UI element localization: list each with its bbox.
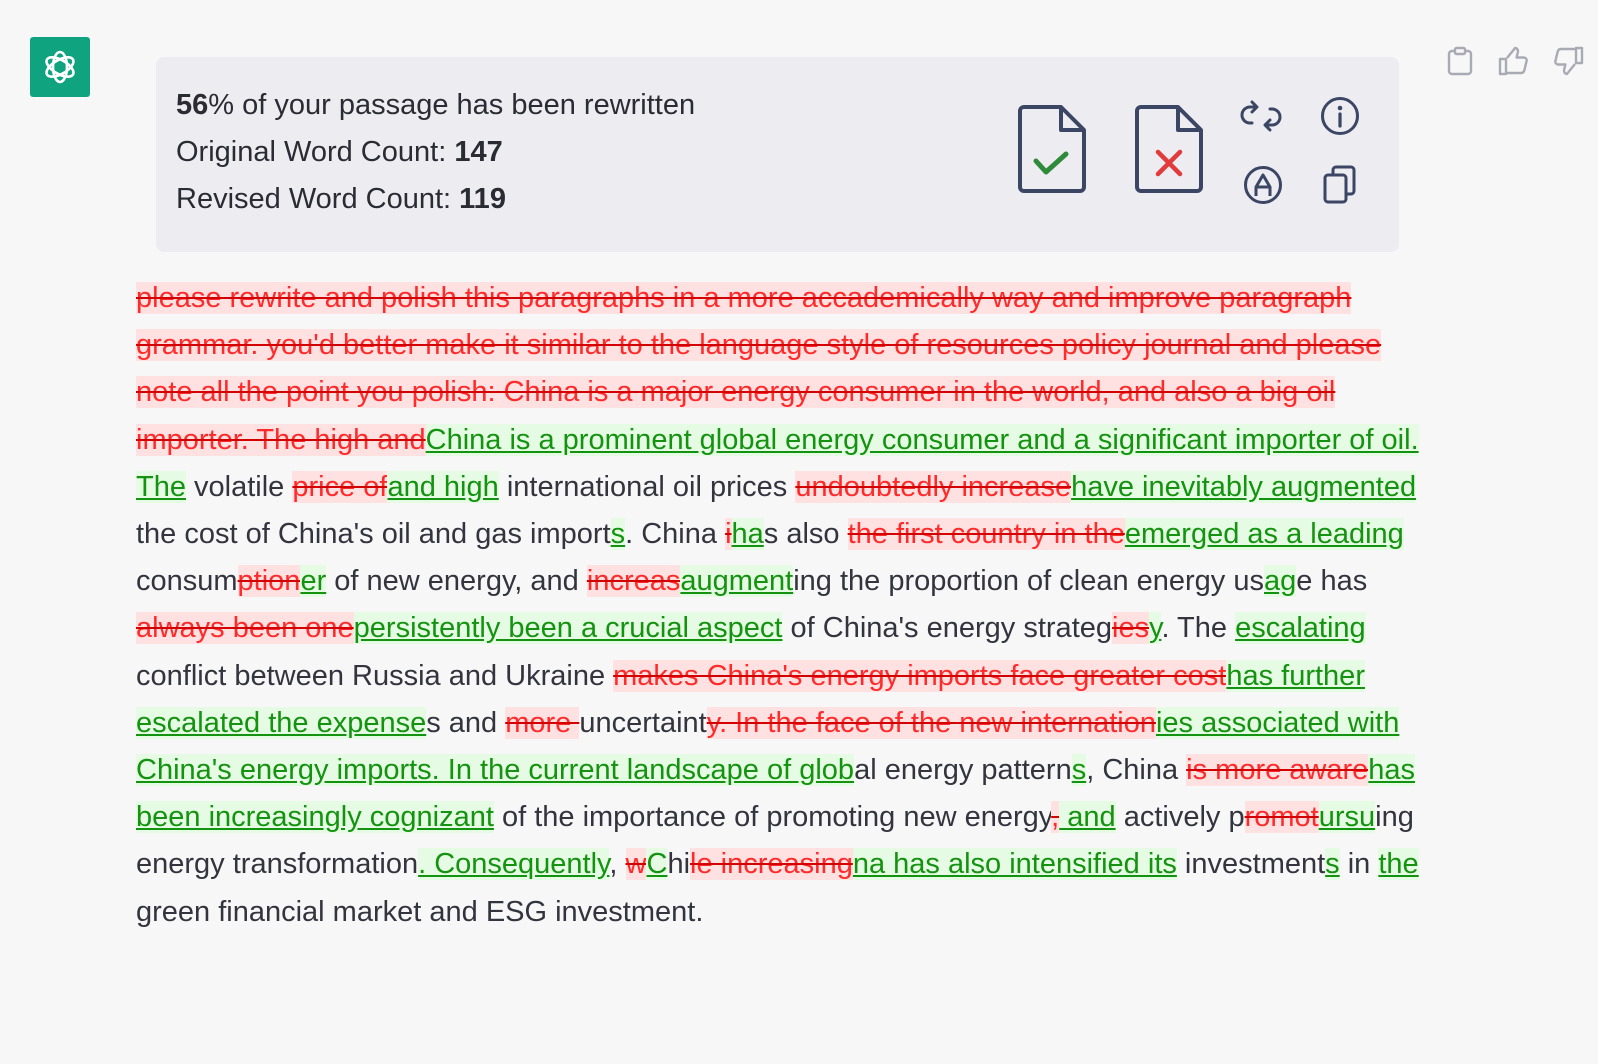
deleted-text: ption — [237, 565, 301, 598]
rewrite-percent: 56 — [176, 89, 209, 121]
inserted-text: the — [1378, 848, 1419, 881]
deleted-text: w — [625, 848, 647, 881]
deleted-text: , — [1051, 801, 1060, 834]
unchanged-text: , — [609, 848, 626, 881]
unchanged-text: international oil prices — [498, 470, 796, 503]
original-word-count-value: 147 — [454, 136, 503, 168]
deleted-text: ies — [1112, 612, 1150, 645]
inserted-text: s — [1071, 754, 1087, 787]
rewrite-percent-label: % of your passage has been rewritten — [208, 89, 696, 121]
original-word-count: Original Word Count: 147 — [176, 129, 695, 176]
unchanged-text: the cost of China's oil and gas import — [136, 518, 611, 551]
unchanged-text: green financial market and ESG investmen… — [136, 895, 704, 928]
deleted-text: le increasing — [690, 848, 853, 881]
deleted-text: romot — [1244, 801, 1319, 834]
unchanged-text: ing the proportion of clean energy us — [793, 565, 1264, 598]
unchanged-text: in — [1339, 848, 1379, 881]
stats-text: 56% of your passage has been rewritten O… — [176, 82, 695, 223]
unchanged-text: investment — [1176, 848, 1326, 881]
thumbs-down-icon[interactable] — [1551, 44, 1585, 78]
regenerate-icon[interactable] — [1238, 93, 1284, 139]
unchanged-text: of new energy, and — [326, 565, 587, 598]
inserted-text: y — [1149, 612, 1162, 645]
inserted-text: C — [646, 848, 668, 881]
deleted-text: undoubtedly increase — [795, 470, 1072, 503]
deleted-text: always been one — [136, 612, 354, 645]
accept-document-icon[interactable] — [1016, 105, 1088, 195]
deleted-text: i — [725, 518, 732, 551]
rewrite-stats-panel: 56% of your passage has been rewritten O… — [156, 57, 1399, 252]
copy-icon[interactable] — [1317, 162, 1363, 208]
inserted-text: persistently been a crucial aspect — [353, 612, 783, 645]
unchanged-text: . The — [1161, 612, 1236, 645]
deleted-text: price of — [292, 470, 388, 503]
inserted-text: escalating — [1235, 612, 1366, 645]
unchanged-text: of China's energy strateg — [782, 612, 1113, 645]
deleted-text: the first country in the — [847, 518, 1125, 551]
inserted-text: . Consequently — [418, 848, 610, 881]
info-icon[interactable] — [1317, 93, 1363, 139]
clipboard-icon[interactable] — [1443, 44, 1477, 78]
inserted-text: s — [610, 518, 626, 551]
revised-word-count-value: 119 — [459, 183, 506, 215]
unchanged-text: s also — [763, 518, 848, 551]
unchanged-text: . China — [625, 518, 726, 551]
unchanged-text: al energy pattern — [854, 754, 1072, 787]
deleted-text: more — [505, 706, 580, 739]
unchanged-text: uncertaint — [579, 706, 707, 739]
thumbs-up-icon[interactable] — [1497, 44, 1531, 78]
inserted-text: ursu — [1318, 801, 1376, 834]
unchanged-text: consum — [136, 565, 238, 598]
deleted-text: makes China's energy imports face greate… — [613, 659, 1227, 692]
openai-logo-icon — [45, 50, 75, 84]
rewrite-percent-line: 56% of your passage has been rewritten — [176, 82, 695, 129]
message-actions — [1443, 44, 1585, 78]
highlighter-icon[interactable] — [1240, 162, 1286, 208]
original-word-count-label: Original Word Count: — [176, 136, 455, 168]
inserted-text: ag — [1264, 565, 1297, 598]
unchanged-text: hi — [667, 848, 691, 881]
unchanged-text: volatile — [185, 470, 293, 503]
inserted-text: and — [1059, 801, 1116, 834]
unchanged-text: of the importance of promoting new energ… — [493, 801, 1052, 834]
inserted-text: emerged as a leading — [1124, 518, 1404, 551]
inserted-text: augment — [680, 565, 794, 598]
deleted-text: y. In the face of the new internation — [706, 706, 1156, 739]
assistant-avatar — [30, 37, 90, 97]
unchanged-text: s and — [426, 706, 506, 739]
revised-word-count: Revised Word Count: 119 — [176, 176, 695, 223]
deleted-text: increas — [586, 565, 681, 598]
revised-word-count-label: Revised Word Count: — [176, 183, 460, 215]
inserted-text: na has also intensified its — [852, 848, 1177, 881]
revised-passage: please rewrite and polish this paragraph… — [136, 275, 1426, 936]
inserted-text: s — [1325, 848, 1340, 881]
unchanged-text: e has — [1296, 565, 1368, 598]
unchanged-text: conflict between Russia and Ukraine — [136, 659, 614, 692]
inserted-text: ha — [731, 518, 764, 551]
reject-document-icon[interactable] — [1133, 105, 1205, 195]
inserted-text: er — [300, 565, 327, 598]
inserted-text: have inevitably augmented — [1071, 470, 1417, 503]
inserted-text: and high — [387, 470, 499, 503]
deleted-text: is more aware — [1186, 754, 1369, 787]
unchanged-text: , China — [1086, 754, 1187, 787]
unchanged-text: actively p — [1115, 801, 1245, 834]
